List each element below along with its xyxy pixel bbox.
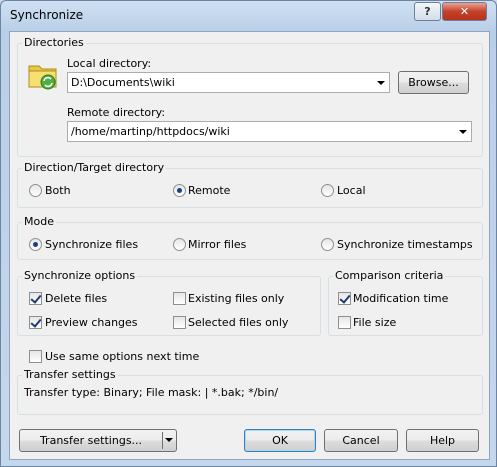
mode-sync-files-radio[interactable] bbox=[29, 238, 42, 251]
chevron-down-icon[interactable] bbox=[165, 438, 173, 442]
synchronize-dialog: Synchronize ? ✕ Directories Local direct… bbox=[0, 0, 497, 467]
direction-both-label[interactable]: Both bbox=[45, 184, 71, 197]
close-button[interactable]: ✕ bbox=[442, 2, 487, 21]
use-same-options-label[interactable]: Use same options next time bbox=[45, 350, 199, 363]
remote-directory-combo[interactable]: /home/martinp/httpdocs/wiki bbox=[67, 121, 472, 142]
browse-button[interactable]: Browse... bbox=[398, 71, 469, 94]
existing-files-only-checkbox[interactable] bbox=[173, 292, 186, 305]
mode-sync-timestamps-label[interactable]: Synchronize timestamps bbox=[337, 238, 473, 251]
preview-changes-label[interactable]: Preview changes bbox=[45, 316, 138, 329]
existing-files-only-label[interactable]: Existing files only bbox=[188, 292, 284, 305]
title-bar[interactable]: Synchronize ? ✕ bbox=[1, 1, 496, 31]
transfer-settings-summary: Transfer type: Binary; File mask: | *.ba… bbox=[24, 386, 279, 399]
delete-files-label[interactable]: Delete files bbox=[45, 292, 107, 305]
direction-group: Direction/Target directory bbox=[17, 162, 483, 208]
local-directory-combo[interactable]: D:\Documents\wiki bbox=[67, 72, 390, 93]
dialog-client-area: Directories Local directory: D:\Document… bbox=[9, 31, 490, 460]
ok-button[interactable]: OK bbox=[244, 429, 316, 452]
direction-remote-radio[interactable] bbox=[173, 184, 186, 197]
mode-mirror-files-radio[interactable] bbox=[173, 238, 186, 251]
split-divider bbox=[162, 432, 163, 449]
cancel-button[interactable]: Cancel bbox=[324, 429, 398, 452]
transfer-settings-button[interactable]: Transfer settings... bbox=[19, 429, 177, 452]
file-size-checkbox[interactable] bbox=[338, 316, 351, 329]
mode-legend: Mode bbox=[24, 215, 54, 228]
preview-changes-checkbox[interactable] bbox=[29, 316, 42, 329]
modification-time-label[interactable]: Modification time bbox=[353, 292, 448, 305]
direction-both-radio[interactable] bbox=[29, 184, 42, 197]
direction-remote-label[interactable]: Remote bbox=[188, 184, 230, 197]
use-same-options-checkbox[interactable] bbox=[29, 350, 42, 363]
direction-local-radio[interactable] bbox=[321, 184, 334, 197]
selected-files-only-label[interactable]: Selected files only bbox=[188, 316, 288, 329]
window-title: Synchronize bbox=[10, 8, 84, 22]
title-help-button[interactable]: ? bbox=[414, 2, 441, 21]
direction-legend: Direction/Target directory bbox=[24, 161, 165, 174]
transfer-settings-legend: Transfer settings bbox=[24, 368, 116, 381]
chevron-down-icon[interactable] bbox=[377, 81, 385, 85]
mode-mirror-files-label[interactable]: Mirror files bbox=[188, 238, 246, 251]
directories-legend: Directories bbox=[24, 36, 84, 49]
mode-sync-files-label[interactable]: Synchronize files bbox=[45, 238, 138, 251]
transfer-settings-button-label: Transfer settings... bbox=[39, 434, 143, 447]
folder-sync-icon bbox=[28, 65, 57, 90]
direction-local-label[interactable]: Local bbox=[337, 184, 366, 197]
local-directory-label: Local directory: bbox=[67, 57, 152, 70]
file-size-label[interactable]: File size bbox=[353, 316, 396, 329]
sync-options-legend: Synchronize options bbox=[24, 269, 136, 282]
delete-files-checkbox[interactable] bbox=[29, 292, 42, 305]
comparison-criteria-legend: Comparison criteria bbox=[335, 269, 444, 282]
chevron-down-icon[interactable] bbox=[459, 130, 467, 134]
remote-directory-label: Remote directory: bbox=[67, 106, 166, 119]
remote-directory-value: /home/martinp/httpdocs/wiki bbox=[71, 125, 230, 138]
modification-time-checkbox[interactable] bbox=[338, 292, 351, 305]
local-directory-value: D:\Documents\wiki bbox=[71, 76, 175, 89]
selected-files-only-checkbox[interactable] bbox=[173, 316, 186, 329]
mode-sync-timestamps-radio[interactable] bbox=[321, 238, 334, 251]
help-button[interactable]: Help bbox=[406, 429, 479, 452]
